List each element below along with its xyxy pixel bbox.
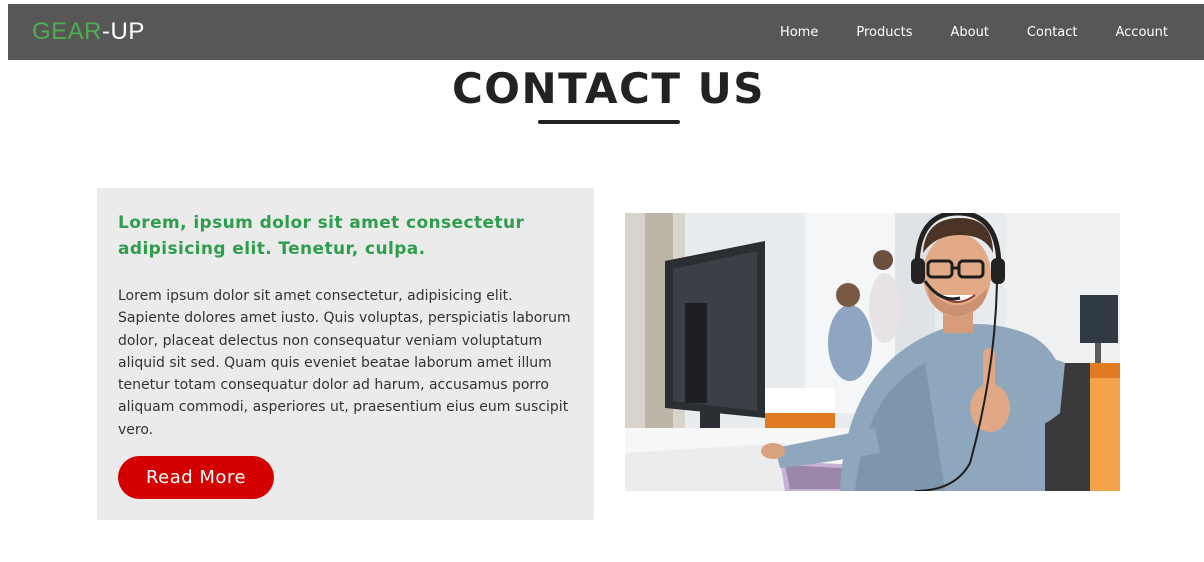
page-title: CONTACT US [451,64,766,113]
site-logo[interactable]: GEAR-UP [32,18,145,46]
nav-link-account[interactable]: Account [1116,25,1169,40]
nav-link-home[interactable]: Home [780,25,818,40]
contact-card: Lorem, ipsum dolor sit amet consectetur … [97,188,594,520]
nav-links: Home Products About Contact Account [780,4,1204,60]
title-underline [538,120,680,124]
card-body-text: Lorem ipsum dolor sit amet consectetur, … [118,288,571,438]
support-agent-photo [625,213,1120,491]
read-more-button[interactable]: Read More [118,456,274,499]
nav-link-products[interactable]: Products [856,25,912,40]
card-title: Lorem, ipsum dolor sit amet consectetur … [118,213,525,259]
nav-link-about[interactable]: About [950,25,988,40]
navbar: GEAR-UP Home Products About Contact Acco… [8,4,1204,60]
logo-suffix: -UP [102,18,145,45]
nav-link-contact[interactable]: Contact [1027,25,1078,40]
logo-prefix: GEAR [32,18,103,45]
